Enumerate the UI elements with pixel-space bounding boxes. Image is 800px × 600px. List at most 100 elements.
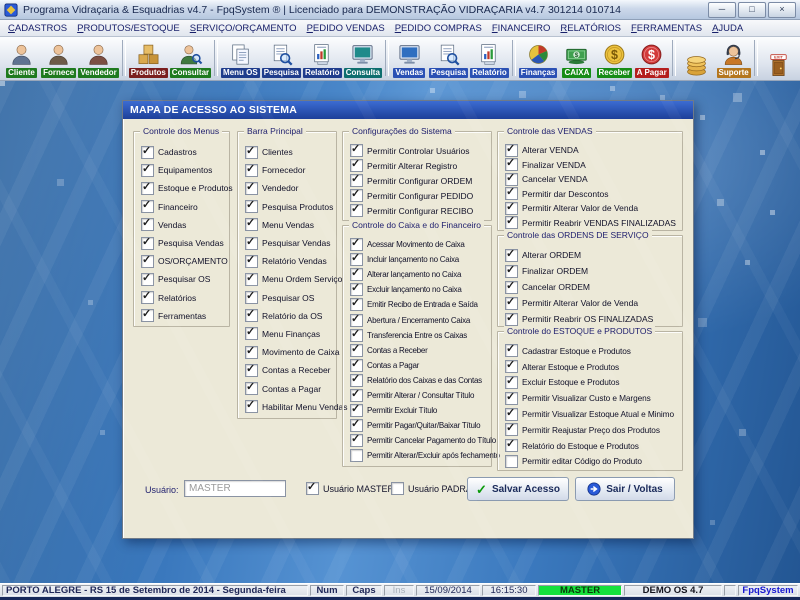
checkbox-box[interactable] <box>245 237 258 250</box>
checkbox-excluir-estoque-e-produtos[interactable]: Excluir Estoque e Produtos <box>498 375 682 391</box>
toolbar-button-produtos[interactable]: Produtos <box>128 38 169 78</box>
checkbox-cancelar-ordem[interactable]: Cancelar ORDEM <box>498 279 682 295</box>
menu-item-servico-orcamento[interactable]: SERVIÇO/ORÇAMENTO <box>190 23 297 34</box>
checkbox-pesquisa-produtos[interactable]: Pesquisa Produtos <box>238 198 336 216</box>
checkbox-box[interactable] <box>141 218 154 231</box>
close-button[interactable]: × <box>768 2 796 18</box>
checkbox-box[interactable] <box>245 182 258 195</box>
checkbox-permitir-visualizar-custo-e-margens[interactable]: Permitir Visualizar Custo e Margens <box>498 390 682 406</box>
checkbox-permitir-alterar-excluir-apos-fechamento[interactable]: Permitir Alterar/Excluir após fechamento <box>343 448 491 463</box>
menu-item-cadastros[interactable]: CADASTROS <box>8 23 67 34</box>
checkbox-contas-a-pagar[interactable]: Contas a Pagar <box>238 379 336 397</box>
checkbox-box[interactable] <box>141 237 154 250</box>
toolbar-button-a-pagar[interactable]: $A Pagar <box>633 38 670 78</box>
menu-item-financeiro[interactable]: FINANCEIRO <box>492 23 551 34</box>
checkbox-box[interactable] <box>350 238 363 251</box>
checkbox-box[interactable] <box>306 482 319 495</box>
maximize-button[interactable]: □ <box>738 2 766 18</box>
checkbox-box[interactable] <box>141 273 154 286</box>
checkbox-box[interactable] <box>350 189 363 202</box>
checkbox-box[interactable] <box>245 382 258 395</box>
checkbox-equipamentos[interactable]: Equipamentos <box>134 161 229 179</box>
checkbox-box[interactable] <box>505 455 518 468</box>
checkbox-financeiro[interactable]: Financeiro <box>134 198 229 216</box>
checkbox-abertura-encerramento-caixa[interactable]: Abertura / Encerramento Caixa <box>343 312 491 327</box>
checkbox-alterar-venda[interactable]: Alterar VENDA <box>498 143 682 158</box>
checkbox-box[interactable] <box>245 146 258 159</box>
menu-item-pedido-compras[interactable]: PEDIDO COMPRAS <box>395 23 482 34</box>
checkbox-pesquisar-os[interactable]: Pesquisar OS <box>134 270 229 288</box>
menu-item-pedido-vendas[interactable]: PEDIDO VENDAS <box>307 23 385 34</box>
checkbox-cancelar-venda[interactable]: Cancelar VENDA <box>498 172 682 187</box>
checkbox-box[interactable] <box>350 434 363 447</box>
checkbox-permitir-editar-codigo-do-produto[interactable]: Permitir editar Código do Produto <box>498 454 682 470</box>
checkbox-permitir-cancelar-pagamento-do-titulo[interactable]: Permitir Cancelar Pagamento do Título <box>343 433 491 448</box>
checkbox-contas-a-receber[interactable]: Contas a Receber <box>343 343 491 358</box>
checkbox-estoque-e-produtos[interactable]: Estoque e Produtos <box>134 179 229 197</box>
checkbox-os-orcamento[interactable]: OS/ORÇAMENTO <box>134 252 229 270</box>
menu-item-ajuda[interactable]: AJUDA <box>712 23 743 34</box>
checkbox-cadastrar-estoque-e-produtos[interactable]: Cadastrar Estoque e Produtos <box>498 343 682 359</box>
checkbox-permitir-alterar-registro[interactable]: Permitir Alterar Registro <box>343 158 491 173</box>
toolbar-button-menu-os[interactable]: Menu OS <box>220 38 261 78</box>
checkbox-menu-financas[interactable]: Menu Finanças <box>238 325 336 343</box>
checkbox-pesquisar-vendas[interactable]: Pesquisar Vendas <box>238 234 336 252</box>
checkbox-menu-ordem-servico[interactable]: Menu Ordem Serviço <box>238 270 336 288</box>
checkbox-box[interactable] <box>245 346 258 359</box>
toolbar-button-suporte[interactable]: Suporte <box>715 38 752 78</box>
checkbox-relatorio-vendas[interactable]: Relatório Vendas <box>238 252 336 270</box>
checkbox-box[interactable] <box>505 376 518 389</box>
checkbox-box[interactable] <box>350 253 363 266</box>
minimize-button[interactable]: ─ <box>708 2 736 18</box>
checkbox-permitir-pagar-quitar-baixar-titulo[interactable]: Permitir Pagar/Quitar/Baixar Título <box>343 418 491 433</box>
checkbox-pesquisa-vendas[interactable]: Pesquisa Vendas <box>134 234 229 252</box>
checkbox-permitir-reabrir-os-finalizadas[interactable]: Permitir Reabrir OS FINALIZADAS <box>498 311 682 327</box>
checkbox-permitir-configurar-ordem[interactable]: Permitir Configurar ORDEM <box>343 173 491 188</box>
toolbar-button-cliente[interactable]: Cliente <box>3 38 40 78</box>
checkbox-box[interactable] <box>245 164 258 177</box>
checkbox-box[interactable] <box>505 173 518 186</box>
checkbox-clientes[interactable]: Clientes <box>238 143 336 161</box>
checkbox-box[interactable] <box>141 200 154 213</box>
checkbox-pesquisar-os[interactable]: Pesquisar OS <box>238 289 336 307</box>
checkbox-permitir-alterar-valor-de-venda[interactable]: Permitir Alterar Valor de Venda <box>498 201 682 216</box>
checkbox-usuario-master[interactable]: Usuário MASTER <box>306 482 394 495</box>
checkbox-box[interactable] <box>350 204 363 217</box>
checkbox-box[interactable] <box>245 200 258 213</box>
checkbox-box[interactable] <box>245 218 258 231</box>
user-input[interactable] <box>184 480 286 497</box>
checkbox-permitir-excluir-titulo[interactable]: Permitir Excluir Título <box>343 403 491 418</box>
checkbox-box[interactable] <box>245 309 258 322</box>
toolbar-button-pesquisa[interactable]: Pesquisa <box>428 38 469 78</box>
checkbox-box[interactable] <box>505 216 518 229</box>
checkbox-emitir-recibo-de-entrada-e-saida[interactable]: Emitir Recibo de Entrada e Saída <box>343 297 491 312</box>
checkbox-box[interactable] <box>141 309 154 322</box>
checkbox-box[interactable] <box>505 423 518 436</box>
toolbar-button-receber[interactable]: $Receber <box>595 38 633 78</box>
checkbox-habilitar-menu-vendas[interactable]: Habilitar Menu Vendas <box>238 398 336 416</box>
checkbox-box[interactable] <box>350 374 363 387</box>
checkbox-box[interactable] <box>245 364 258 377</box>
checkbox-vendedor[interactable]: Vendedor <box>238 179 336 197</box>
checkbox-permitir-configurar-recibo[interactable]: Permitir Configurar RECIBO <box>343 203 491 218</box>
toolbar-button-relatorio[interactable]: Relatório <box>469 38 510 78</box>
checkbox-permitir-alterar-valor-de-venda[interactable]: Permitir Alterar Valor de Venda <box>498 295 682 311</box>
checkbox-alterar-ordem[interactable]: Alterar ORDEM <box>498 247 682 263</box>
exit-dialog-button[interactable]: Sair / Voltas <box>575 477 675 501</box>
checkbox-permitir-reajustar-preco-dos-produtos[interactable]: Permitir Reajustar Preço dos Produtos <box>498 422 682 438</box>
checkbox-relatorio-do-estoque-e-produtos[interactable]: Relatório do Estoque e Produtos <box>498 438 682 454</box>
checkbox-usuario-padrao[interactable]: Usuário PADRÃO <box>391 482 479 495</box>
checkbox-box[interactable] <box>141 146 154 159</box>
toolbar-button-vendas[interactable]: Vendas <box>391 38 428 78</box>
checkbox-box[interactable] <box>141 291 154 304</box>
checkbox-box[interactable] <box>141 164 154 177</box>
toolbar-button-consulta[interactable]: Consulta <box>343 38 383 78</box>
checkbox-relatorios[interactable]: Relatórios <box>134 289 229 307</box>
checkbox-incluir-lancamento-no-caixa[interactable]: Incluir lançamento no Caixa <box>343 252 491 267</box>
checkbox-contas-a-receber[interactable]: Contas a Receber <box>238 361 336 379</box>
checkbox-box[interactable] <box>505 313 518 326</box>
checkbox-box[interactable] <box>505 202 518 215</box>
checkbox-fornecedor[interactable]: Fornecedor <box>238 161 336 179</box>
checkbox-box[interactable] <box>505 281 518 294</box>
save-access-button[interactable]: ✓ Salvar Acesso <box>467 477 569 501</box>
